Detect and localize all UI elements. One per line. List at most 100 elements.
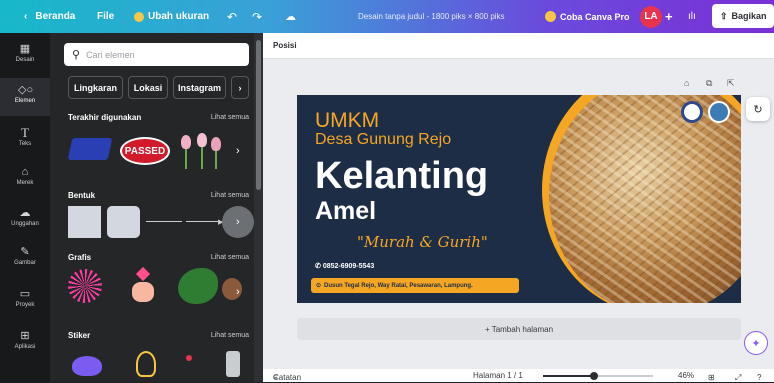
add-page-button[interactable]: + Tambah halaman: [297, 318, 741, 340]
tulip-stem: [185, 149, 187, 169]
square-shape[interactable]: [68, 206, 101, 238]
help-icon: ?: [757, 373, 762, 382]
add-page-label: + Tambah halaman: [484, 324, 554, 334]
invite-button[interactable]: +: [665, 0, 673, 33]
folder-icon: ▭: [19, 288, 31, 300]
resize-label: Ubah ukuran: [148, 11, 210, 22]
line-shape[interactable]: [146, 221, 182, 222]
sparkle-icon: ✦: [751, 337, 761, 350]
notes-label: Catatan: [273, 373, 302, 382]
hand-icon: [132, 282, 154, 302]
document-title[interactable]: Desain tanpa judul - 1800 piks × 800 pik…: [358, 0, 505, 33]
tulip-petal: [211, 137, 221, 151]
zoom-slider[interactable]: [543, 372, 653, 380]
crown-icon: [134, 11, 144, 22]
avatar-button[interactable]: LA: [640, 0, 662, 33]
rail-item-design[interactable]: ▦ Desain: [0, 43, 50, 63]
title-umkm[interactable]: UMKM: [315, 109, 379, 133]
search-icon: ⚲: [72, 49, 81, 61]
graphics-next-button[interactable]: ›: [236, 286, 240, 298]
chips-next-button[interactable]: ›: [231, 76, 249, 99]
heart-sticker[interactable]: [186, 355, 192, 361]
insights-button[interactable]: ılı: [688, 0, 696, 33]
cloud-sync-button[interactable]: ☁: [285, 0, 296, 33]
see-all-stickers[interactable]: Lihat semua: [211, 332, 249, 339]
rail-label: Elemen: [14, 98, 36, 104]
crown-icon: [545, 11, 556, 22]
rail-item-projects[interactable]: ▭ Proyek: [0, 288, 50, 308]
rail-item-apps[interactable]: ⊞ Aplikasi: [0, 330, 50, 350]
zoom-slider-fill: [543, 375, 594, 377]
lightbulb-sticker[interactable]: [136, 351, 156, 377]
phone-text: 0852-6909-5543: [322, 263, 375, 270]
rail-item-brand[interactable]: ⌂ Merek: [0, 166, 50, 186]
add-page-icon[interactable]: ⇱: [727, 78, 735, 89]
brush-stroke-sticker[interactable]: [67, 138, 113, 160]
rail-label: Gambar: [14, 260, 36, 266]
page-indicator[interactable]: Halaman 1 / 1: [473, 371, 523, 380]
phone-line[interactable]: ✆ 0852-6909-5543: [315, 262, 374, 270]
snack-photo[interactable]: [549, 95, 741, 303]
tulip-petal: [197, 133, 207, 147]
title-amel[interactable]: Amel: [315, 197, 376, 226]
undo-icon: ↶: [227, 9, 238, 24]
see-all-graphics[interactable]: Lihat semua: [211, 254, 249, 261]
duplicate-icon[interactable]: ⧉: [706, 78, 712, 89]
tulip-stem: [215, 151, 217, 169]
zoom-slider-knob[interactable]: [590, 372, 598, 380]
home-button[interactable]: ‹ Beranda: [24, 0, 75, 33]
rail-item-elements[interactable]: ◇○ Elemen: [0, 78, 50, 116]
see-all-recent[interactable]: Lihat semua: [211, 114, 249, 121]
redo-icon: ↷: [252, 9, 263, 24]
title-village[interactable]: Desa Gunung Rejo: [315, 131, 451, 149]
shapes-icon: ◇○: [18, 84, 34, 96]
file-menu-button[interactable]: File: [97, 0, 114, 33]
tagline-text[interactable]: "Murah & Gurih": [357, 233, 488, 251]
shapes-next-button[interactable]: ›: [236, 216, 240, 228]
passed-sticker[interactable]: PASSED: [120, 137, 170, 165]
rail-label: Teks: [18, 141, 32, 147]
panel-scroll-thumb[interactable]: [256, 40, 261, 190]
monstera-leaf-graphic[interactable]: [178, 268, 218, 304]
zoom-level[interactable]: 46%: [678, 371, 694, 380]
rail-label: Unggahan: [11, 221, 39, 227]
bar-chart-icon: ılı: [688, 11, 696, 22]
chip-lokasi[interactable]: Lokasi: [128, 76, 168, 99]
rail-item-uploads[interactable]: ☁ Unggahan: [0, 207, 50, 227]
sticker-item[interactable]: [226, 351, 240, 377]
chip-lingkaran[interactable]: Lingkaran: [68, 76, 123, 99]
address-bar[interactable]: ⊙ Dusun Tegal Rejo, Way Ratai, Pesawaran…: [311, 278, 519, 293]
share-button[interactable]: ⇧ Bagikan: [712, 4, 774, 28]
design-canvas[interactable]: UMKM Desa Gunung Rejo Kelanting Amel "Mu…: [297, 95, 741, 303]
section-title-graphics: Grafis: [68, 253, 92, 262]
rounded-square-shape[interactable]: [107, 206, 140, 238]
magic-assistant-button[interactable]: ✦: [744, 331, 768, 355]
starburst-graphic[interactable]: [68, 269, 102, 303]
arrow-line-shape[interactable]: [186, 221, 220, 222]
finger-heart-graphic[interactable]: [128, 266, 158, 303]
chevron-right-icon: ›: [238, 82, 242, 93]
chip-instagram[interactable]: Instagram: [173, 76, 226, 99]
see-all-shapes[interactable]: Lihat semua: [211, 192, 249, 199]
bird-sticker[interactable]: [72, 356, 102, 376]
search-input[interactable]: ⚲ Cari elemen: [64, 43, 249, 66]
passed-sticker-text: PASSED: [124, 145, 166, 157]
recent-next-button[interactable]: ›: [236, 145, 240, 157]
rail-item-text[interactable]: T Teks: [0, 126, 50, 147]
resize-button[interactable]: Ubah ukuran: [134, 0, 209, 33]
section-title-recent: Terakhir digunakan: [68, 113, 142, 122]
redo-button[interactable]: ↷: [252, 0, 262, 33]
try-pro-button[interactable]: Coba Canva Pro: [545, 0, 630, 33]
tulip-graphic[interactable]: [175, 133, 230, 171]
lock-icon[interactable]: ⌂: [684, 78, 689, 88]
section-title-shapes: Bentuk: [68, 191, 96, 200]
grid-icon: ⊞: [708, 373, 715, 382]
title-kelanting[interactable]: Kelanting: [315, 155, 488, 198]
chevron-right-icon: ›: [236, 286, 240, 298]
undo-button[interactable]: ↶: [227, 0, 237, 33]
document-title-text: Desain tanpa judul - 1800 piks × 800 pik…: [358, 12, 505, 21]
logo-badge-2: [708, 101, 730, 123]
refresh-button[interactable]: ↻: [746, 97, 770, 121]
rail-item-draw[interactable]: ✎ Gambar: [0, 246, 50, 266]
position-button[interactable]: Posisi: [273, 41, 297, 50]
